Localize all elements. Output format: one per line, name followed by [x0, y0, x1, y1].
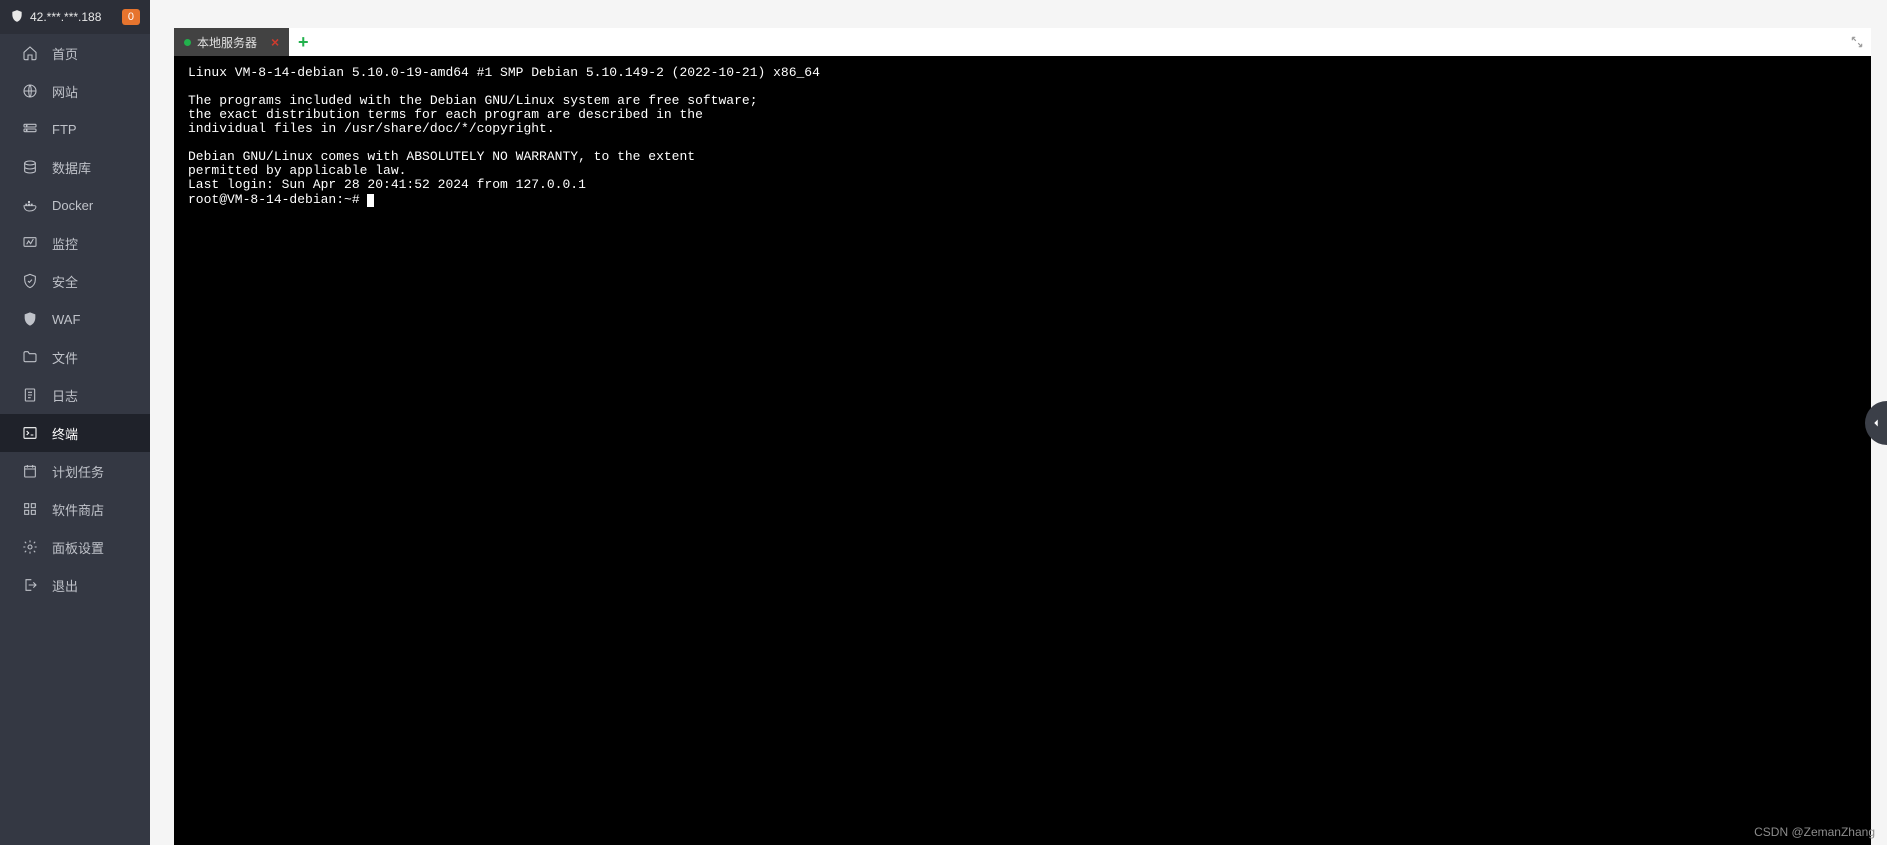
home-icon	[22, 45, 38, 61]
connection-status-icon	[184, 39, 191, 46]
add-tab-button[interactable]: +	[289, 28, 317, 56]
sidebar-item-monitor[interactable]: 监控	[0, 224, 150, 262]
log-icon	[22, 387, 38, 403]
shield-icon	[22, 273, 38, 289]
sidebar-item-label: 安全	[52, 272, 78, 291]
sidebar-item-apps[interactable]: 软件商店	[0, 490, 150, 528]
terminal-prompt-line: root@VM-8-14-debian:~#	[188, 192, 1857, 207]
sidebar-item-label: 面板设置	[52, 538, 104, 557]
terminal-prompt: root@VM-8-14-debian:~#	[188, 192, 367, 207]
sidebar-item-log[interactable]: 日志	[0, 376, 150, 414]
sidebar-item-folder[interactable]: 文件	[0, 338, 150, 376]
notification-badge[interactable]: 0	[122, 9, 140, 25]
sidebar-item-globe[interactable]: 网站	[0, 72, 150, 110]
sidebar-item-label: 日志	[52, 386, 78, 405]
sidebar-item-label: 首页	[52, 44, 78, 63]
sidebar: 42.***.***.188 0 首页网站 FTP 数据库 Docker 监控安全 WAF…	[0, 0, 150, 845]
apps-icon	[22, 501, 38, 517]
sidebar-header: 42.***.***.188 0	[0, 0, 150, 34]
monitor-icon	[22, 235, 38, 251]
globe-icon	[22, 83, 38, 99]
sidebar-item-label: 终端	[52, 424, 78, 443]
sidebar-item-label: 网站	[52, 82, 78, 101]
sidebar-item-gear[interactable]: 面板设置	[0, 528, 150, 566]
server-ip: 42.***.***.188	[30, 10, 101, 24]
sidebar-item-label: 监控	[52, 234, 78, 253]
sidebar-item-shield[interactable]: 安全	[0, 262, 150, 300]
waf-icon	[22, 311, 38, 327]
terminal-motd: Linux VM-8-14-debian 5.10.0-19-amd64 #1 …	[188, 66, 1857, 192]
gear-icon	[22, 539, 38, 555]
schedule-icon	[22, 463, 38, 479]
terminal-icon	[22, 425, 38, 441]
ftp-icon	[22, 121, 38, 137]
sidebar-item-home[interactable]: 首页	[0, 34, 150, 72]
sidebar-item-exit[interactable]: 退出	[0, 566, 150, 604]
shield-icon	[10, 9, 24, 26]
sidebar-item-docker[interactable]: Docker	[0, 186, 150, 224]
main-area: 本地服务器 × + Linux VM-8-14-debian 5.10.0-19…	[150, 0, 1887, 845]
fullscreen-button[interactable]	[1843, 28, 1871, 56]
terminal-tab-label: 本地服务器	[197, 34, 257, 51]
terminal-output[interactable]: Linux VM-8-14-debian 5.10.0-19-amd64 #1 …	[174, 56, 1871, 845]
exit-icon	[22, 577, 38, 593]
sidebar-item-waf[interactable]: WAF	[0, 300, 150, 338]
terminal-tab[interactable]: 本地服务器 ×	[174, 28, 289, 56]
sidebar-item-label: 计划任务	[52, 462, 104, 481]
folder-icon	[22, 349, 38, 365]
sidebar-item-label: Docker	[52, 198, 93, 213]
terminal-tabbar: 本地服务器 × +	[174, 28, 1871, 56]
close-icon[interactable]: ×	[271, 34, 279, 50]
sidebar-item-label: 数据库	[52, 158, 91, 177]
sidebar-item-schedule[interactable]: 计划任务	[0, 452, 150, 490]
docker-icon	[22, 197, 38, 213]
sidebar-nav: 首页网站 FTP 数据库 Docker 监控安全 WAF 文件日志终端计划任务软件商店面板设…	[0, 34, 150, 845]
sidebar-item-label: 文件	[52, 348, 78, 367]
sidebar-item-terminal[interactable]: 终端	[0, 414, 150, 452]
cursor-icon	[367, 194, 374, 207]
sidebar-item-label: 软件商店	[52, 500, 104, 519]
sidebar-item-ftp[interactable]: FTP	[0, 110, 150, 148]
database-icon	[22, 159, 38, 175]
sidebar-item-label: WAF	[52, 312, 80, 327]
sidebar-item-label: FTP	[52, 122, 77, 137]
sidebar-item-database[interactable]: 数据库	[0, 148, 150, 186]
sidebar-item-label: 退出	[52, 576, 78, 595]
